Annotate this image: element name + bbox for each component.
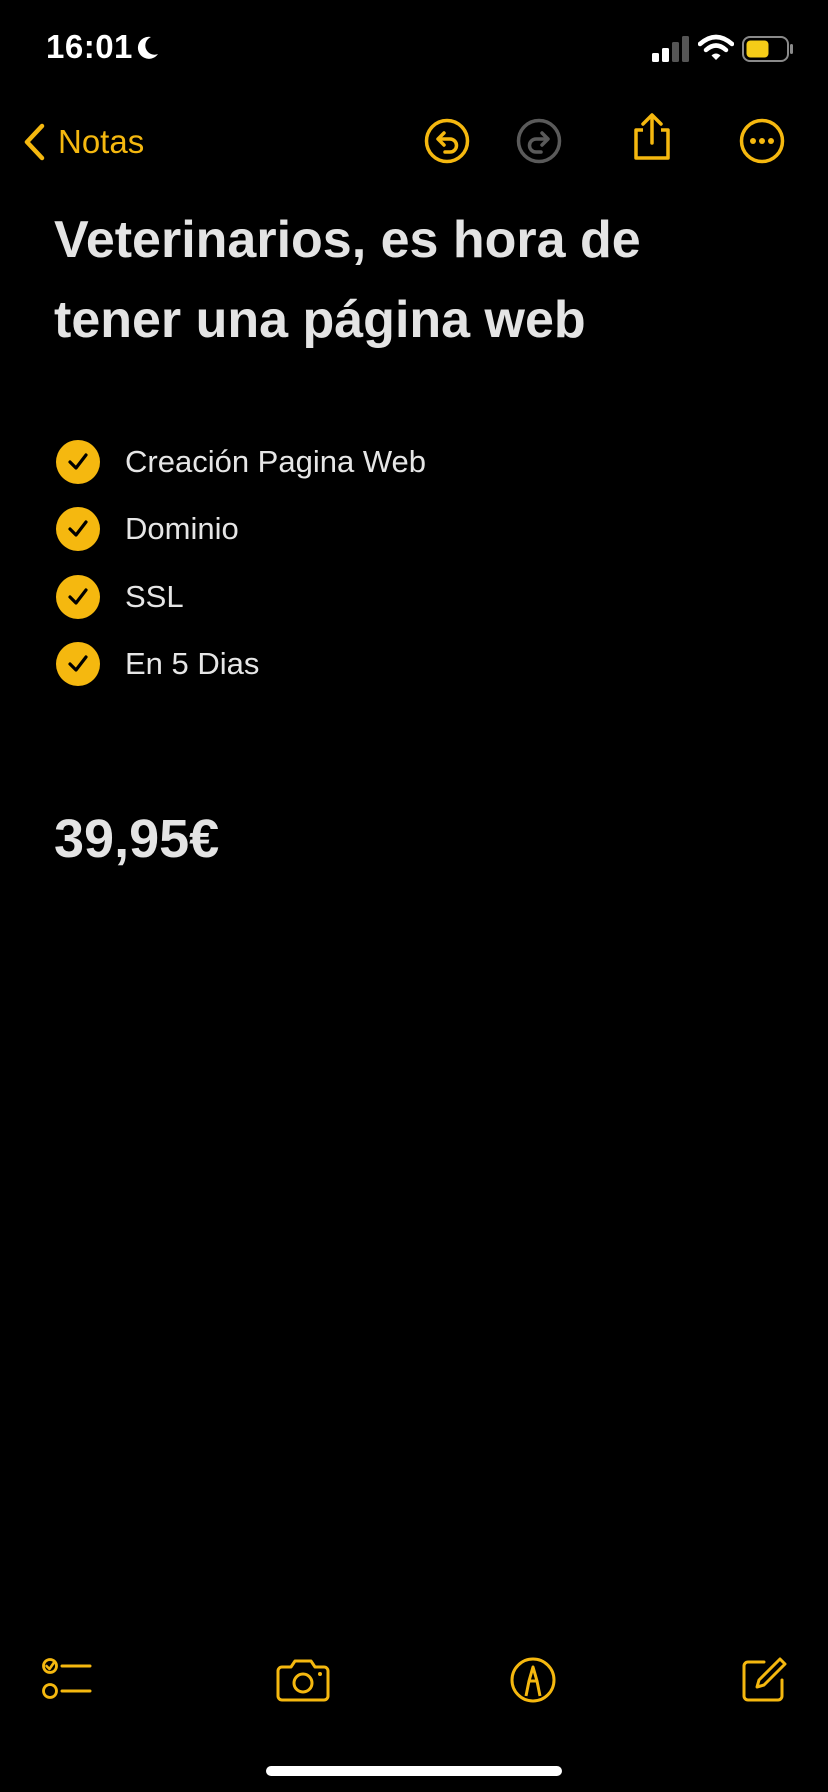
checklist-item: En 5 Dias xyxy=(56,631,756,699)
checklist-button[interactable] xyxy=(40,1652,96,1708)
redo-icon xyxy=(516,118,562,164)
checklist-item: Creación Pagina Web xyxy=(56,428,756,496)
checklist-item-text[interactable]: SSL xyxy=(125,579,184,615)
compose-button[interactable] xyxy=(736,1652,792,1708)
checklist-item: SSL xyxy=(56,563,756,631)
markup-button[interactable] xyxy=(505,1652,561,1708)
cellular-signal-icon xyxy=(652,36,689,62)
moon-icon xyxy=(137,36,158,59)
checklist-icon xyxy=(42,1658,92,1699)
markup-icon xyxy=(510,1657,556,1703)
back-label: Notas xyxy=(58,123,145,160)
checklist-item-text[interactable]: Dominio xyxy=(125,511,239,547)
more-icon xyxy=(739,118,785,164)
status-time: 16:01 xyxy=(46,28,133,65)
compose-icon xyxy=(742,1657,787,1702)
undo-button[interactable] xyxy=(422,116,472,166)
checkbox-checked[interactable] xyxy=(56,642,100,687)
wifi-icon xyxy=(698,34,734,60)
checklist-item-text[interactable]: Creación Pagina Web xyxy=(125,444,426,480)
checklist-item-text[interactable]: En 5 Dias xyxy=(125,646,259,682)
back-button[interactable]: Notas xyxy=(22,118,144,166)
share-button[interactable] xyxy=(627,112,677,162)
checkmark-icon xyxy=(68,588,88,605)
chevron-left-icon xyxy=(24,123,45,161)
home-indicator[interactable] xyxy=(266,1766,562,1776)
camera-icon xyxy=(276,1659,330,1702)
more-button[interactable] xyxy=(737,116,787,166)
checklist: Creación Pagina Web Dominio SSL En 5 Dia… xyxy=(56,428,756,698)
battery-icon xyxy=(742,36,793,62)
checkmark-icon xyxy=(68,453,88,470)
checkbox-checked[interactable] xyxy=(56,574,100,619)
checklist-item: Dominio xyxy=(56,496,756,564)
redo-button[interactable] xyxy=(514,116,564,166)
checkbox-checked[interactable] xyxy=(56,507,100,552)
checkmark-icon xyxy=(68,655,88,672)
note-price[interactable]: 39,95€ xyxy=(54,808,219,870)
camera-button[interactable] xyxy=(275,1652,331,1708)
checkbox-checked[interactable] xyxy=(56,439,100,484)
note-title[interactable]: Veterinarios, es hora de tener una págin… xyxy=(54,200,774,360)
undo-icon xyxy=(424,118,470,164)
checkmark-icon xyxy=(68,520,88,537)
share-icon xyxy=(634,113,670,160)
